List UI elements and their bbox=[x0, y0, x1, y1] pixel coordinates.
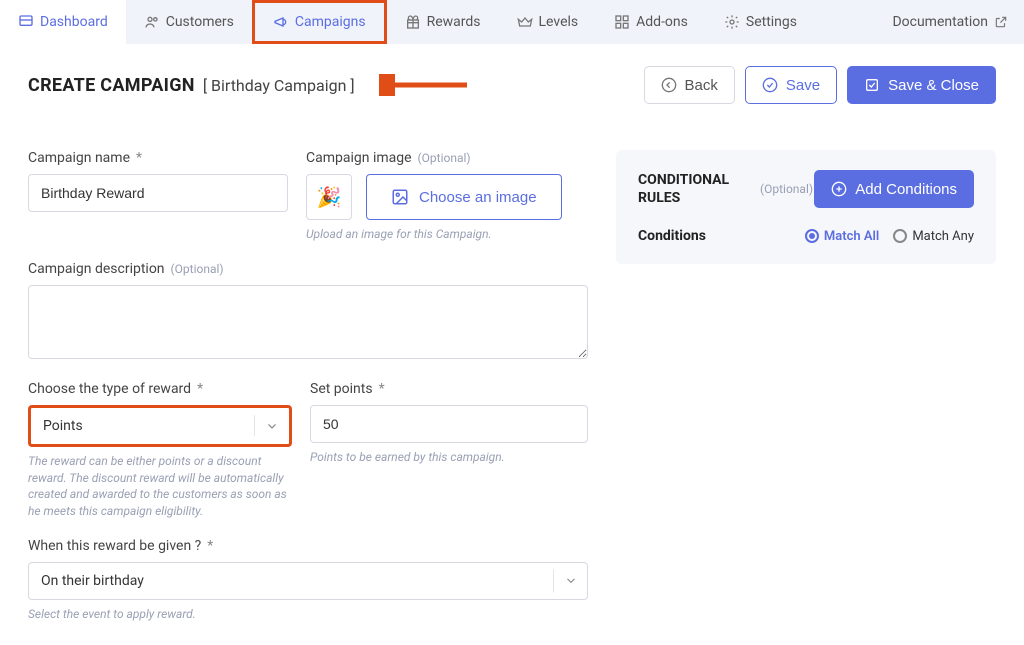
nav-campaigns[interactable]: Campaigns bbox=[252, 0, 387, 44]
crown-icon bbox=[517, 14, 533, 30]
campaign-name-label: Campaign name * bbox=[28, 150, 288, 166]
reward-type-help: The reward can be either points or a dis… bbox=[28, 453, 292, 520]
label-text: Set points bbox=[310, 381, 373, 397]
back-label: Back bbox=[685, 77, 718, 94]
nav-label: Settings bbox=[746, 14, 797, 30]
gear-icon bbox=[724, 14, 740, 30]
back-button[interactable]: Back bbox=[644, 66, 735, 104]
page-title: CREATE CAMPAIGN bbox=[28, 75, 195, 96]
image-preview-box: 🎉 bbox=[306, 174, 352, 220]
nav-levels[interactable]: Levels bbox=[499, 0, 597, 44]
label-text: Choose the type of reward bbox=[28, 381, 191, 397]
label-text: Campaign name bbox=[28, 150, 130, 166]
save-close-button[interactable]: Save & Close bbox=[847, 66, 996, 104]
choose-image-button[interactable]: Choose an image bbox=[366, 174, 562, 220]
reward-type-label: Choose the type of reward * bbox=[28, 381, 292, 397]
add-conditions-label: Add Conditions bbox=[855, 181, 957, 198]
documentation-link[interactable]: Documentation bbox=[892, 14, 1008, 30]
save-button[interactable]: Save bbox=[745, 66, 837, 104]
radio-dot-icon bbox=[805, 229, 819, 243]
save-close-icon bbox=[864, 77, 880, 93]
when-given-value: On their birthday bbox=[41, 573, 144, 589]
set-points-label: Set points * bbox=[310, 381, 588, 397]
required-mark: * bbox=[379, 381, 385, 397]
campaign-description-input[interactable] bbox=[28, 285, 588, 359]
nav-dashboard[interactable]: Dashboard bbox=[0, 0, 126, 44]
match-any-label: Match Any bbox=[912, 229, 974, 244]
page-header: CREATE CAMPAIGN [ Birthday Campaign ] Ba… bbox=[28, 66, 996, 104]
set-points-input[interactable] bbox=[310, 405, 588, 443]
external-link-icon bbox=[994, 15, 1008, 29]
dashboard-icon bbox=[18, 14, 34, 30]
users-icon bbox=[144, 14, 160, 30]
add-conditions-button[interactable]: Add Conditions bbox=[814, 170, 974, 208]
campaign-form: Campaign name * Campaign image (Optional… bbox=[28, 150, 588, 623]
label-text: Campaign description bbox=[28, 261, 165, 277]
save-label: Save bbox=[786, 77, 820, 94]
label-text: When this reward be given ? bbox=[28, 538, 201, 554]
nav-addons[interactable]: Add-ons bbox=[596, 0, 706, 44]
nav-label: Dashboard bbox=[40, 14, 108, 30]
doc-label: Documentation bbox=[892, 14, 988, 30]
campaign-image-label: Campaign image (Optional) bbox=[306, 150, 588, 166]
required-mark: * bbox=[207, 538, 213, 554]
gift-icon bbox=[405, 14, 421, 30]
nav-label: Campaigns bbox=[295, 14, 366, 30]
check-circle-icon bbox=[762, 77, 778, 93]
match-all-radio[interactable]: Match All bbox=[805, 229, 879, 244]
conditions-label: Conditions bbox=[638, 228, 706, 244]
nav-label: Customers bbox=[166, 14, 234, 30]
when-given-label: When this reward be given ? * bbox=[28, 538, 588, 554]
grid-icon bbox=[614, 14, 630, 30]
campaign-name-input[interactable] bbox=[28, 174, 288, 212]
conditional-rules-panel: CONDITIONAL RULES (Optional) Add Conditi… bbox=[616, 150, 996, 264]
label-text: Campaign image bbox=[306, 150, 412, 166]
optional-mark: (Optional) bbox=[760, 182, 813, 196]
radio-dot-icon bbox=[893, 229, 907, 243]
image-upload-icon bbox=[391, 188, 409, 206]
campaign-description-label: Campaign description (Optional) bbox=[28, 261, 588, 277]
nav-customers[interactable]: Customers bbox=[126, 0, 252, 44]
nav-rewards[interactable]: Rewards bbox=[387, 0, 499, 44]
nav-label: Levels bbox=[539, 14, 579, 30]
arrow-annotation-icon bbox=[379, 74, 469, 96]
megaphone-icon bbox=[273, 14, 289, 30]
cond-title-text: CONDITIONAL RULES bbox=[638, 171, 748, 207]
optional-mark: (Optional) bbox=[418, 151, 471, 165]
campaign-image-help: Upload an image for this Campaign. bbox=[306, 226, 588, 243]
choose-image-label: Choose an image bbox=[419, 189, 537, 206]
when-given-select[interactable]: On their birthday bbox=[28, 562, 588, 600]
plus-circle-icon bbox=[831, 181, 847, 197]
nav-settings[interactable]: Settings bbox=[706, 0, 815, 44]
match-all-label: Match All bbox=[824, 229, 879, 244]
page-subtitle: [ Birthday Campaign ] bbox=[203, 76, 355, 95]
match-any-radio[interactable]: Match Any bbox=[893, 229, 974, 244]
reward-type-select[interactable]: Points bbox=[31, 408, 289, 444]
reward-type-value: Points bbox=[43, 418, 83, 434]
conditional-rules-title: CONDITIONAL RULES bbox=[638, 171, 748, 207]
required-mark: * bbox=[197, 381, 203, 397]
top-nav: Dashboard Customers Campaigns Rewards Le… bbox=[0, 0, 1024, 44]
required-mark: * bbox=[136, 150, 142, 166]
nav-label: Rewards bbox=[427, 14, 481, 30]
optional-mark: (Optional) bbox=[171, 262, 224, 276]
save-close-label: Save & Close bbox=[888, 77, 979, 94]
set-points-help: Points to be earned by this campaign. bbox=[310, 449, 588, 466]
nav-label: Add-ons bbox=[636, 14, 688, 30]
back-arrow-icon bbox=[661, 77, 677, 93]
party-popper-icon: 🎉 bbox=[317, 185, 342, 209]
when-given-help: Select the event to apply reward. bbox=[28, 606, 588, 623]
